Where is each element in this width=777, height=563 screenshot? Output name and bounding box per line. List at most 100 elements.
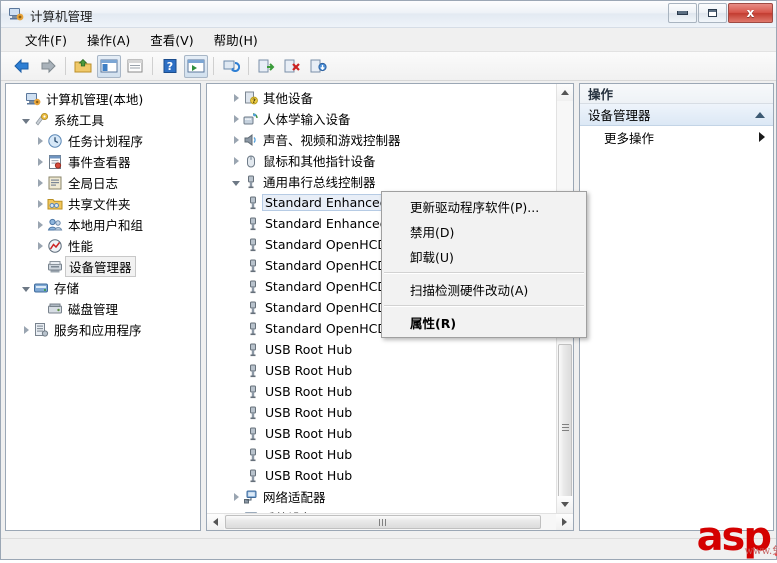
show-action-pane-button[interactable] — [184, 54, 208, 78]
window-title: 计算机管理 — [30, 9, 93, 24]
expander-collapsed[interactable] — [229, 490, 243, 504]
forward-button[interactable] — [36, 55, 60, 78]
usb-device-icon — [245, 195, 261, 211]
maximize-button[interactable] — [698, 3, 727, 23]
properties-button[interactable] — [123, 55, 147, 78]
device-manager-icon — [47, 259, 63, 275]
device-category-sound-video[interactable]: 声音、视频和游戏控制器 — [207, 129, 556, 150]
sidebar-item-shared-folders[interactable]: 共享文件夹 — [9, 193, 200, 214]
menu-view[interactable]: 查看(V) — [140, 27, 203, 52]
usb-device-icon — [245, 384, 261, 400]
actions-section-label: 设备管理器 — [588, 108, 651, 123]
sidebar-item-system-tools[interactable]: 系统工具 — [9, 109, 200, 130]
expander-collapsed[interactable] — [229, 112, 243, 126]
chevron-right-icon — [562, 518, 567, 526]
expander-collapsed[interactable] — [33, 239, 47, 253]
device-item[interactable]: USB Root Hub — [207, 381, 556, 402]
expander-collapsed[interactable] — [33, 155, 47, 169]
sidebar-item-task-scheduler[interactable]: 任务计划程序 — [9, 130, 200, 151]
expander-collapsed[interactable] — [229, 91, 243, 105]
ctx-properties[interactable]: 属性(R) — [382, 310, 586, 335]
device-category-network-adapter[interactable]: 网络适配器 — [207, 486, 556, 507]
toolbar: ? — [1, 52, 776, 81]
expander-collapsed[interactable] — [33, 218, 47, 232]
ctx-disable[interactable]: 禁用(D) — [382, 219, 586, 244]
device-label: 人体学输入设备 — [263, 112, 351, 127]
close-button[interactable]: x — [728, 3, 773, 23]
computer-icon — [25, 91, 41, 107]
device-item[interactable]: USB Root Hub — [207, 339, 556, 360]
sidebar-item-disk-management[interactable]: 磁盘管理 — [9, 298, 200, 319]
expander-collapsed[interactable] — [229, 154, 243, 168]
expander-expanded[interactable] — [229, 175, 243, 189]
device-label: USB Root Hub — [265, 384, 353, 399]
scroll-left-button[interactable] — [207, 514, 224, 530]
sidebar-item-performance[interactable]: 性能 — [9, 235, 200, 256]
chevron-up-icon[interactable] — [755, 111, 765, 118]
sidebar-item-computer-management[interactable]: 计算机管理(本地) — [9, 88, 200, 109]
device-item[interactable]: USB Root Hub — [207, 402, 556, 423]
expander-expanded[interactable] — [19, 281, 33, 295]
ctx-uninstall[interactable]: 卸载(U) — [382, 244, 586, 269]
expander-collapsed[interactable] — [19, 323, 33, 337]
show-hide-tree-button[interactable] — [97, 54, 121, 78]
scrollbar-thumb[interactable] — [558, 344, 572, 512]
scan-hardware-button[interactable] — [306, 55, 330, 78]
svg-text:?: ? — [167, 60, 173, 73]
help-button[interactable]: ? — [158, 55, 182, 78]
sidebar-item-device-manager[interactable]: 设备管理器 — [9, 256, 200, 277]
back-button[interactable] — [10, 55, 34, 78]
action-more-actions[interactable]: 更多操作 — [580, 126, 773, 148]
device-label: 声音、视频和游戏控制器 — [263, 133, 401, 148]
usb-device-icon — [245, 300, 261, 316]
ctx-update-driver[interactable]: 更新驱动程序软件(P)... — [382, 194, 586, 219]
refresh-button[interactable] — [219, 55, 243, 78]
sidebar-item-global-logs[interactable]: 全局日志 — [9, 172, 200, 193]
menu-action[interactable]: 操作(A) — [77, 27, 140, 52]
sidebar-item-storage[interactable]: 存储 — [9, 277, 200, 298]
expander-collapsed[interactable] — [33, 134, 47, 148]
usb-controller-icon — [243, 174, 259, 190]
device-item[interactable]: USB Root Hub — [207, 360, 556, 381]
scroll-up-button[interactable] — [557, 84, 573, 101]
uninstall-device-button[interactable] — [280, 55, 304, 78]
update-driver-button[interactable] — [254, 55, 278, 78]
expander-collapsed[interactable] — [33, 176, 47, 190]
device-list-horizontal-scrollbar[interactable] — [207, 513, 573, 530]
event-viewer-icon — [47, 154, 63, 170]
chevron-left-icon — [213, 518, 218, 526]
sidebar-item-event-viewer[interactable]: 事件查看器 — [9, 151, 200, 172]
menu-help[interactable]: 帮助(H) — [204, 27, 268, 52]
device-category-usb-controllers[interactable]: 通用串行总线控制器 — [207, 171, 556, 192]
expander-expanded[interactable] — [19, 113, 33, 127]
ctx-scan-hardware[interactable]: 扫描检测硬件改动(A) — [382, 277, 586, 302]
sidebar-item-local-users-groups[interactable]: 本地用户和组 — [9, 214, 200, 235]
scroll-down-button[interactable] — [557, 496, 573, 513]
device-item[interactable]: USB Root Hub — [207, 444, 556, 465]
expander-collapsed[interactable] — [229, 133, 243, 147]
sidebar-item-services-applications[interactable]: 服务和应用程序 — [9, 319, 200, 340]
scroll-right-button[interactable] — [556, 514, 573, 530]
device-category-hid[interactable]: 人体学输入设备 — [207, 108, 556, 129]
device-label: 通用串行总线控制器 — [263, 175, 376, 190]
chevron-right-icon — [759, 132, 765, 142]
expander-collapsed[interactable] — [33, 197, 47, 211]
system-tools-icon — [33, 112, 49, 128]
usb-device-icon — [245, 342, 261, 358]
minimize-button[interactable] — [668, 3, 697, 23]
actions-section-device-manager[interactable]: 设备管理器 — [580, 104, 773, 126]
device-item[interactable]: USB Root Hub — [207, 423, 556, 444]
device-category-other-devices[interactable]: ? 其他设备 — [207, 87, 556, 108]
device-label: USB Root Hub — [265, 363, 353, 378]
device-item[interactable]: USB Root Hub — [207, 465, 556, 486]
mouse-icon — [243, 153, 259, 169]
menu-file[interactable]: 文件(F) — [15, 27, 77, 52]
services-applications-icon — [33, 322, 49, 338]
hscrollbar-thumb[interactable] — [225, 515, 541, 529]
computer-management-icon — [8, 6, 24, 22]
console-tree-pane[interactable]: 计算机管理(本地) 系统工具 任务计划程序 事件查看器 全局日志 共享文件夹 本… — [5, 83, 201, 531]
hid-icon — [243, 111, 259, 127]
device-category-mouse[interactable]: 鼠标和其他指针设备 — [207, 150, 556, 171]
actions-header: 操作 — [580, 84, 773, 104]
up-folder-button[interactable] — [71, 55, 95, 78]
